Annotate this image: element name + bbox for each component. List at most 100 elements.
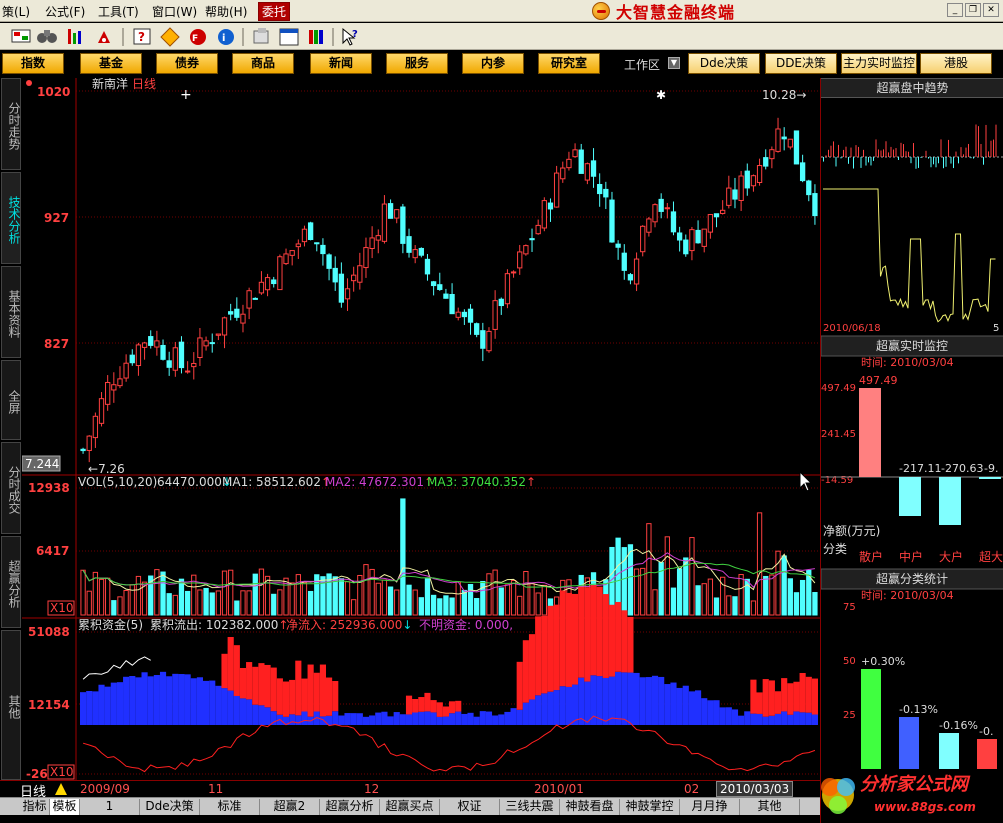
menu-entrust[interactable]: 委托 [258, 2, 291, 21]
trend-bar [835, 157, 837, 167]
research-button[interactable]: 研究室 [538, 53, 600, 74]
btab-standard[interactable]: 标准 [200, 799, 260, 815]
capital-blue-bar [375, 712, 382, 725]
menu-tools[interactable]: 工具(T) [98, 3, 139, 20]
capital-blue-bar [178, 674, 185, 725]
menu-window[interactable]: 窗口(W) [152, 3, 197, 20]
panel3-bar-3 [939, 733, 959, 769]
candle-body [738, 175, 744, 201]
window-icon[interactable] [279, 28, 299, 46]
volume-bar [504, 584, 511, 616]
workarea-label[interactable]: 工作区 [624, 56, 660, 73]
tab-fundamentals[interactable]: 基本资料 [1, 266, 21, 358]
btab-three-line[interactable]: 三线共震 [500, 799, 560, 815]
tab-other[interactable]: 其他 [1, 630, 21, 780]
capital-blue-bar [227, 690, 234, 725]
diamond-icon[interactable] [160, 27, 180, 47]
news-button[interactable]: 新闻 [310, 53, 372, 74]
capital-blue-bar [184, 674, 191, 725]
capital-red-bar [565, 592, 572, 687]
volume-bar [135, 575, 142, 616]
hk-stock-button[interactable]: 港股 [920, 53, 992, 74]
volume-bar [646, 523, 652, 616]
tab-intraday[interactable]: 分时走势 [1, 78, 21, 170]
workarea-dropdown-icon[interactable]: ▼ [668, 57, 680, 69]
btab-chaoying2[interactable]: 超赢2 [260, 799, 320, 815]
candle-body [449, 293, 455, 315]
btab-template[interactable]: 模板 [50, 799, 80, 815]
btab-shengu-view[interactable]: 神鼓看盘 [560, 799, 620, 815]
dde-decision-button-2[interactable]: DDE决策 [765, 53, 837, 74]
capital-blue-bar [166, 676, 173, 725]
capital-blue-bar [215, 685, 222, 725]
service-button[interactable]: 服务 [386, 53, 448, 74]
btab-shengu-control[interactable]: 神鼓掌控 [620, 799, 680, 815]
f10-icon[interactable]: F [190, 29, 206, 45]
volume-bar [277, 589, 283, 616]
index-button[interactable]: 指数 [2, 53, 64, 74]
volume-bar [295, 574, 301, 616]
capital-blue-bar [209, 680, 216, 725]
menu-formula[interactable]: 公式(F) [45, 3, 85, 20]
candle-body [289, 250, 295, 256]
capital-blue-bar [147, 676, 154, 725]
capital-blue-bar [565, 686, 572, 725]
tab-chaoying[interactable]: 超赢分析 [1, 536, 21, 628]
question-icon[interactable]: ? [133, 28, 151, 45]
candle-body [689, 229, 695, 252]
capital-blue-bar [332, 711, 339, 725]
trend-bar [953, 157, 954, 169]
candle-body [720, 209, 726, 214]
volume-bar [474, 598, 480, 616]
pointer-help-icon[interactable]: ? [342, 27, 358, 46]
menu-help[interactable]: 帮助(H) [205, 3, 247, 20]
dde-decision-button[interactable]: Dde决策 [688, 53, 760, 74]
btab-chaoying-analysis[interactable]: 超赢分析 [320, 799, 380, 815]
menu-strategy[interactable]: 策(L) [2, 3, 30, 20]
candle-body [781, 136, 787, 140]
insider-button[interactable]: 内参 [462, 53, 524, 74]
panel2-cat-retail: 散户 [859, 549, 883, 564]
bond-button[interactable]: 债券 [156, 53, 218, 74]
candle-body [455, 311, 461, 318]
right-panel-charts: 2010/06/18 5 超赢实时监控 时间: 2010/03/04 497.4… [821, 99, 1003, 769]
kline-chart[interactable]: 新南洋 日线 1020 927 827 7.244 ←7.26 10.28→ +… [22, 78, 820, 780]
candle-body [154, 340, 160, 348]
tab-fullscreen[interactable]: 全屏 [1, 360, 21, 440]
tab-trades[interactable]: 分时成交 [1, 442, 21, 534]
capital-red-bar [627, 616, 634, 673]
btab-monthly[interactable]: 月月挣 [680, 799, 740, 815]
trend-bar [865, 157, 867, 166]
binoculars-icon[interactable] [37, 30, 57, 43]
btab-indicator[interactable]: 指标 [20, 799, 50, 815]
commodity-button[interactable]: 商品 [232, 53, 294, 74]
btab-other[interactable]: 其他 [740, 799, 800, 815]
info-icon[interactable]: i [218, 29, 234, 45]
btab-chaoying-buy[interactable]: 超赢买点 [380, 799, 440, 815]
tab-technical[interactable]: 技术分析 [1, 172, 21, 264]
panel3-val-2: -0.13% [899, 703, 938, 716]
chart-up-icon[interactable] [68, 29, 81, 44]
trend-bar [845, 146, 847, 157]
chart-area[interactable]: 新南洋 日线 1020 927 827 7.244 ←7.26 10.28→ +… [22, 78, 820, 780]
candle-body [707, 214, 714, 233]
btab-warrant[interactable]: 权证 [440, 799, 500, 815]
copy-icon[interactable] [253, 28, 269, 44]
flag-icon[interactable] [11, 29, 31, 43]
alarm-icon[interactable] [98, 31, 110, 43]
period-warning-icon[interactable] [55, 783, 67, 795]
trend-bar [980, 143, 982, 157]
btab-dde[interactable]: Dde决策 [140, 799, 200, 815]
minimize-icon[interactable]: _ [947, 3, 963, 17]
close-icon[interactable]: ✕ [983, 3, 999, 17]
restore-icon[interactable]: ❐ [965, 3, 981, 17]
fund-button[interactable]: 基金 [80, 53, 142, 74]
capital-red-bar [547, 605, 554, 692]
capital-tick-mid: 12154 [28, 698, 70, 712]
bookshelf-icon[interactable] [309, 30, 323, 44]
main-monitor-button[interactable]: 主力实时监控 [841, 53, 917, 74]
price-tick-1020: 1020 [37, 85, 70, 99]
btab-1[interactable]: 1 [80, 799, 140, 815]
panel2-val-super: -9. [984, 462, 998, 475]
capital-red-bar [319, 664, 326, 717]
